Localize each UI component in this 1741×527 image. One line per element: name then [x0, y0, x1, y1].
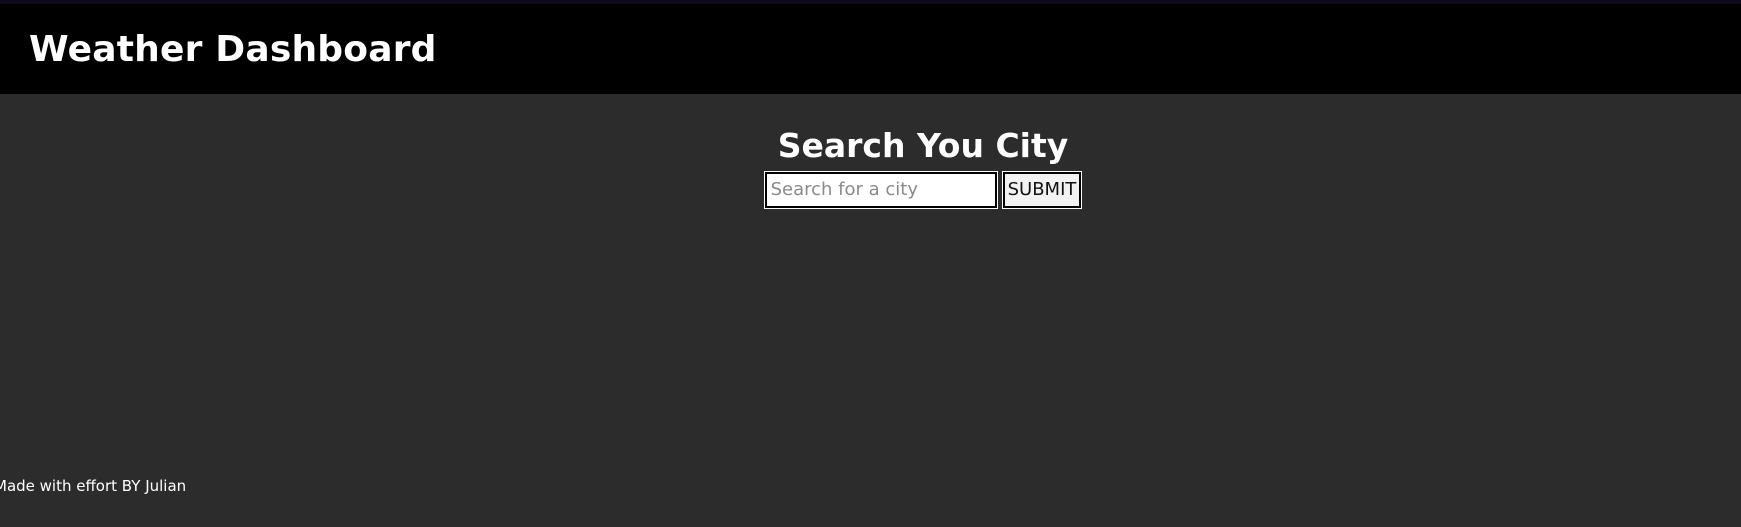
city-search-input[interactable] — [763, 170, 998, 209]
main-content: Search You City SUBMIT Made with effort … — [0, 94, 1741, 527]
footer-credit: Made with effort BY Julian — [0, 477, 187, 495]
search-form: SUBMIT — [0, 170, 1741, 209]
search-section: Search You City SUBMIT — [0, 126, 1741, 209]
site-header: Weather Dashboard — [0, 4, 1741, 94]
search-heading: Search You City — [777, 126, 1069, 165]
submit-button[interactable]: SUBMIT — [1001, 170, 1083, 209]
site-title: Weather Dashboard — [29, 28, 437, 70]
